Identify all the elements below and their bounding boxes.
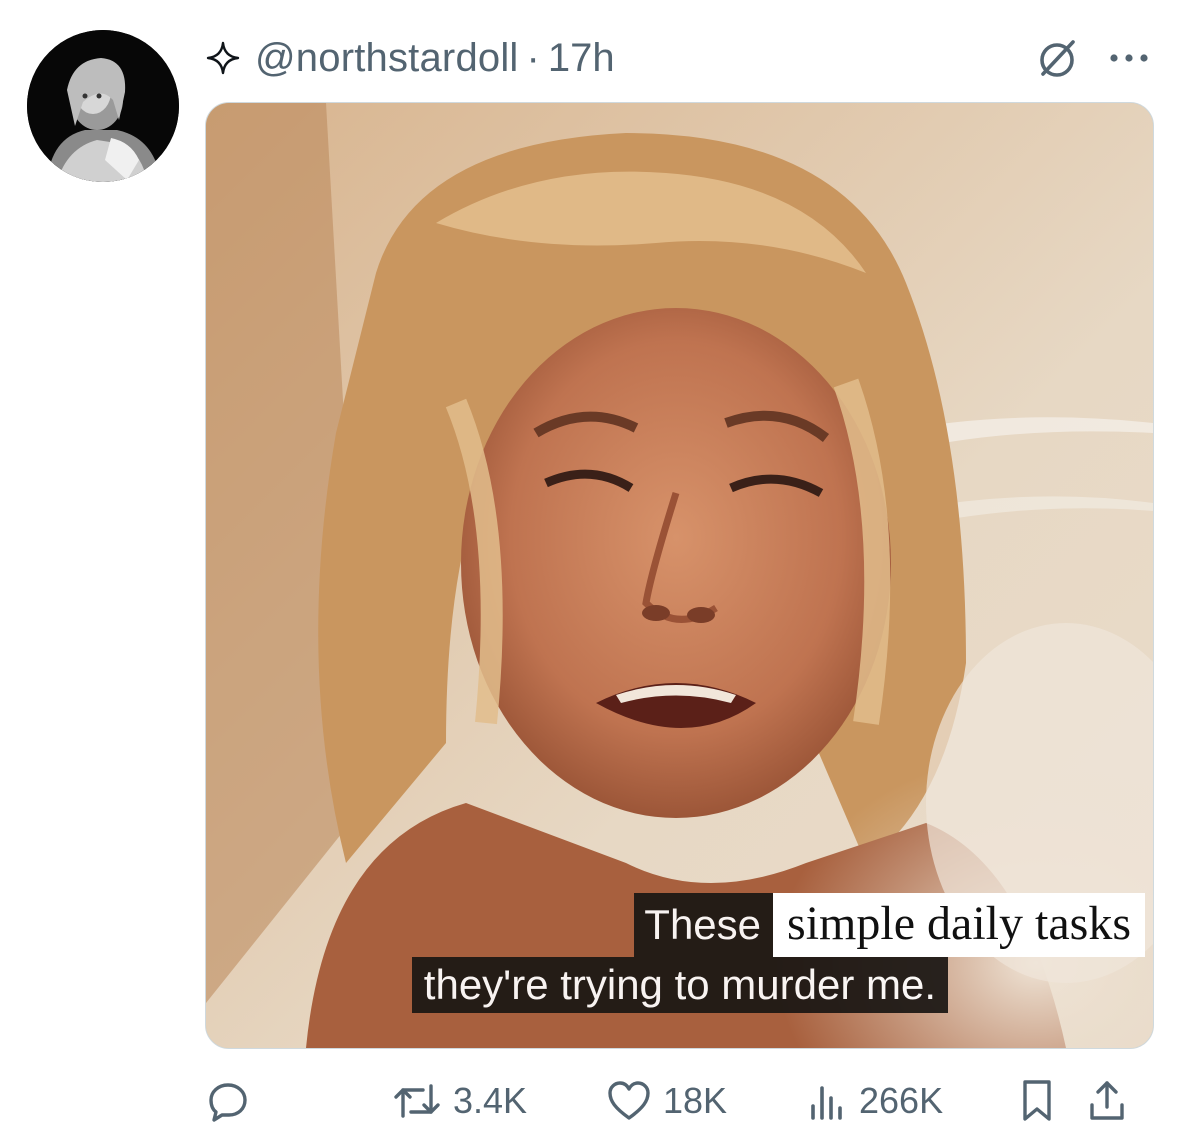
post-time[interactable]: 17h	[548, 36, 615, 81]
reply-button[interactable]	[205, 1078, 251, 1124]
grok-icon[interactable]	[1035, 35, 1081, 81]
post-header: @northstardoll · 17h	[205, 30, 1151, 86]
share-icon	[1085, 1077, 1129, 1125]
more-options-icon[interactable]	[1107, 51, 1151, 65]
bookmark-button[interactable]	[1015, 1077, 1059, 1125]
repost-icon	[391, 1078, 443, 1124]
author-handle[interactable]: @northstardoll	[255, 36, 519, 81]
heart-icon	[605, 1078, 653, 1124]
post-actions-bar: 3.4K 18K 266K	[205, 1072, 1149, 1130]
share-button[interactable]	[1085, 1077, 1129, 1125]
meme-caption: These simple daily tasks they're trying …	[411, 893, 1145, 1013]
repost-button[interactable]: 3.4K	[391, 1078, 527, 1124]
reply-icon	[205, 1078, 251, 1124]
author-avatar[interactable]	[27, 30, 179, 182]
views-count: 266K	[859, 1080, 944, 1121]
caption-part1: These	[634, 893, 774, 957]
bookmark-icon	[1015, 1077, 1059, 1125]
views-chart-icon	[805, 1078, 849, 1124]
sparkle-icon	[205, 40, 241, 76]
repost-count: 3.4K	[453, 1080, 528, 1121]
like-button[interactable]: 18K	[605, 1078, 727, 1124]
avatar-image	[27, 30, 179, 182]
views-button[interactable]: 266K	[805, 1078, 943, 1124]
separator-dot: ·	[526, 35, 540, 80]
caption-line2: they're trying to murder me.	[411, 957, 948, 1013]
post-media-image[interactable]: These simple daily tasks they're trying …	[205, 102, 1154, 1049]
caption-part2: simple daily tasks	[773, 893, 1145, 957]
like-count: 18K	[663, 1080, 728, 1121]
